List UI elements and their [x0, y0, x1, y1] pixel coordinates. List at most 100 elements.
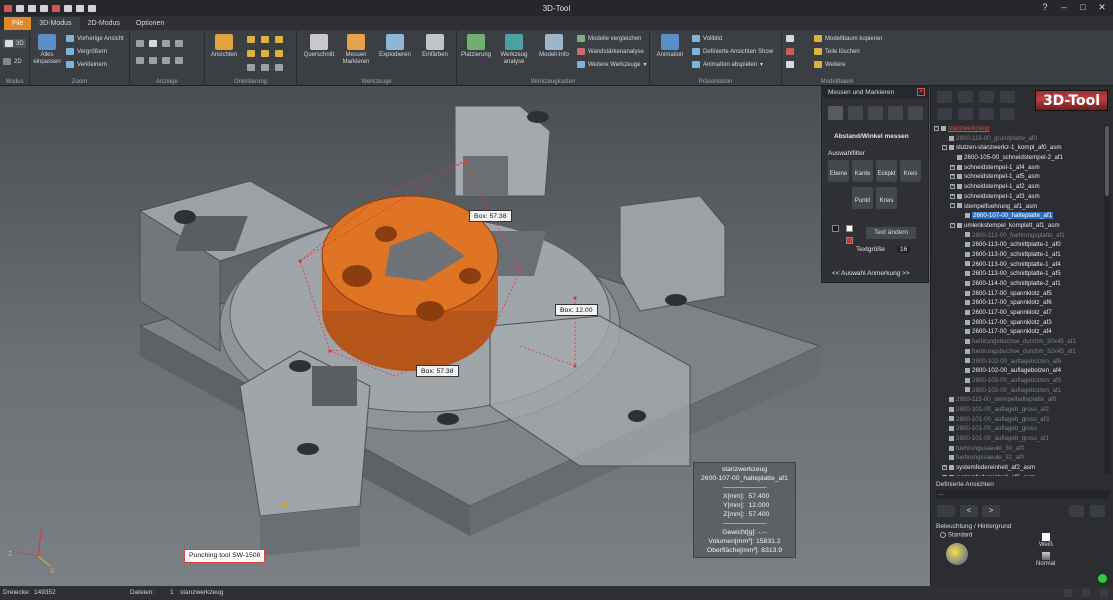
- open-icon[interactable]: [16, 4, 24, 12]
- tree-item[interactable]: 2600-113-00_schnittplatte-1_af5: [934, 269, 1102, 279]
- tree-item[interactable]: 2600-102-00_auflagebolzen_af4: [934, 366, 1102, 376]
- expand-icon[interactable]: +: [950, 183, 955, 189]
- tree-item[interactable]: 2600-115-00_stempelhalteplatte_af0: [934, 395, 1102, 405]
- explode-button[interactable]: Explodieren: [377, 34, 413, 59]
- rotate-icon[interactable]: [1082, 589, 1090, 597]
- screenshot-icon[interactable]: [88, 4, 96, 12]
- copy-tree-button[interactable]: Modellbaum kopieren: [814, 35, 882, 42]
- tree-item[interactable]: 2600-116-00_grundplatte_af0: [934, 134, 1102, 144]
- defined-views-show-button[interactable]: Definierte Ansichten Show: [692, 48, 773, 55]
- collapse-icon[interactable]: -: [950, 222, 955, 228]
- filter-icon[interactable]: [1000, 91, 1015, 103]
- zoom-in-button[interactable]: Vergrößern: [66, 48, 107, 55]
- filter-plane-button[interactable]: Ebene: [828, 160, 849, 182]
- more-tree-button[interactable]: Weitere: [814, 61, 846, 68]
- tree-toggle-icon[interactable]: [786, 35, 794, 42]
- expand-icon[interactable]: [937, 91, 952, 103]
- tree-item[interactable]: 2600-117-00_spannklotz_af4: [934, 327, 1102, 337]
- minimize-button[interactable]: –: [1059, 2, 1069, 12]
- color-white-swatch[interactable]: [846, 225, 853, 232]
- collapse-icon[interactable]: -: [934, 125, 939, 131]
- tree-item[interactable]: fuehrungssaeule_30_af0: [934, 444, 1102, 454]
- fullscreen-button[interactable]: Vollbild: [692, 35, 722, 42]
- wire-icon[interactable]: [162, 40, 170, 47]
- model-info-button[interactable]: Modell-Info: [535, 34, 573, 59]
- measurement-label[interactable]: Box: 12.00: [555, 304, 598, 316]
- text-change-button[interactable]: Text ändern: [866, 227, 916, 239]
- tree-item[interactable]: 2600-114-00_schnittplatte-2_af1: [934, 279, 1102, 289]
- tree-item[interactable]: 2600-113-00_schnittplatte-1_af1: [934, 250, 1102, 260]
- pan-icon[interactable]: [1064, 589, 1072, 597]
- search-icon[interactable]: [1000, 108, 1015, 120]
- scroll-thumb[interactable]: [1105, 126, 1109, 196]
- wall-thickness-button[interactable]: Wandstärkenanalyse: [577, 48, 644, 55]
- tree-item[interactable]: 2600-101-00_auflageb_gross_af2: [934, 405, 1102, 415]
- save-icon[interactable]: [28, 4, 36, 12]
- lighting-sphere-icon[interactable]: [946, 543, 968, 565]
- collapse-icon[interactable]: -: [950, 203, 955, 209]
- view-left-icon[interactable]: [275, 36, 283, 43]
- tree-item[interactable]: 2600-102-00_auflagebolzen_af1: [934, 386, 1102, 396]
- text-size-input[interactable]: 16: [897, 246, 911, 253]
- tree-item[interactable]: 2600-107-00_halteplatte_af1: [934, 211, 1102, 221]
- delete-parts-button[interactable]: Teile löschen: [814, 48, 860, 55]
- tab-2d-modus[interactable]: 2D-Modus: [80, 17, 128, 30]
- view-front-icon[interactable]: [247, 36, 255, 43]
- zoom-out-button[interactable]: Verkleinern: [66, 61, 107, 68]
- tree-item[interactable]: + systemfedereinheit_af2_asm: [934, 463, 1102, 473]
- model-tree[interactable]: - stanzwerkzeug 2600-116-00_grundplatte_af…: [934, 124, 1102, 476]
- distance-tool-icon[interactable]: [828, 106, 843, 120]
- show-icon[interactable]: [786, 61, 794, 68]
- print-icon[interactable]: [40, 4, 48, 12]
- tree-item[interactable]: + systemfedereinheit_af6_asm: [934, 473, 1102, 476]
- measurement-label[interactable]: Box: 57.38: [416, 365, 459, 377]
- tab-file[interactable]: File: [4, 17, 32, 30]
- expand-icon[interactable]: +: [942, 464, 947, 470]
- filter-circle-button[interactable]: Kreis: [900, 160, 921, 182]
- section-button[interactable]: Querschnitt: [301, 34, 337, 59]
- tree-item[interactable]: 2600-101-00_auflageb_gross: [934, 424, 1102, 434]
- tree-item[interactable]: 2600-117-00_spannklotz_af3: [934, 318, 1102, 328]
- hide-icon[interactable]: [979, 91, 994, 103]
- collapse-icon[interactable]: -: [942, 145, 947, 151]
- part-info-box[interactable]: stanzwerkzeug 2600-107-00_halteplatte_af…: [693, 462, 796, 558]
- annotation-label[interactable]: Punching tool SW-1508: [184, 549, 266, 563]
- tree-item[interactable]: fuehrungsbuchse_durchm_30x45_af1: [934, 337, 1102, 347]
- maximize-button[interactable]: □: [1078, 2, 1088, 12]
- view-bottom-icon[interactable]: [275, 50, 283, 57]
- tree-item[interactable]: 2600-101-00_auflageb_gross_af3: [934, 415, 1102, 425]
- transparency-icon[interactable]: [149, 57, 157, 64]
- placement-button[interactable]: Platzierung: [459, 34, 493, 59]
- filter-y-icon[interactable]: [958, 108, 973, 120]
- tree-item[interactable]: 2600-117-00_spannklotz_af5: [934, 289, 1102, 299]
- background-gradient-swatch[interactable]: [1042, 552, 1050, 560]
- expand-icon[interactable]: +: [950, 193, 955, 199]
- tool-analysis-button[interactable]: Werkzeug analyse: [497, 34, 531, 66]
- tab-optionen[interactable]: Optionen: [128, 17, 172, 30]
- export-icon[interactable]: [64, 4, 72, 12]
- expand-icon[interactable]: +: [950, 174, 955, 180]
- tree-scrollbar[interactable]: [1104, 124, 1110, 474]
- tree-item[interactable]: 2600-113-00_schnittplatte-1_af0: [934, 240, 1102, 250]
- note-tool-icon[interactable]: [908, 106, 923, 120]
- filter-edge-button[interactable]: Kante: [852, 160, 873, 182]
- tree-item[interactable]: - umlenkstempel_komplett_af1_asm: [934, 221, 1102, 231]
- views-button[interactable]: Ansichten: [207, 34, 241, 59]
- measure-button[interactable]: Messen Markieren: [339, 34, 373, 66]
- lighting-standard-radio[interactable]: Standard: [940, 532, 972, 539]
- zoom-icon[interactable]: [1100, 589, 1108, 597]
- add-view-icon[interactable]: [937, 505, 955, 517]
- view-top-icon[interactable]: [261, 50, 269, 57]
- copy-icon[interactable]: [76, 4, 84, 12]
- render-mode-icon[interactable]: [136, 40, 144, 47]
- view-back-icon[interactable]: [261, 36, 269, 43]
- tree-item[interactable]: fuehrungsbuchse_durchm_32x45_af1: [934, 347, 1102, 357]
- help-icon[interactable]: ?: [1040, 2, 1050, 12]
- compare-models-button[interactable]: Modelle vergleichen: [577, 35, 641, 42]
- prev-view-icon[interactable]: <: [960, 505, 978, 517]
- color-black-swatch[interactable]: [832, 225, 839, 232]
- tree-item[interactable]: + schneidstempel-1_af4_asm: [934, 163, 1102, 173]
- tree-item[interactable]: 2600-117-00_spannklotz_af6: [934, 298, 1102, 308]
- tree-item[interactable]: - stempelfuehrung_af1_asm: [934, 202, 1102, 212]
- flip-icon[interactable]: [275, 64, 283, 71]
